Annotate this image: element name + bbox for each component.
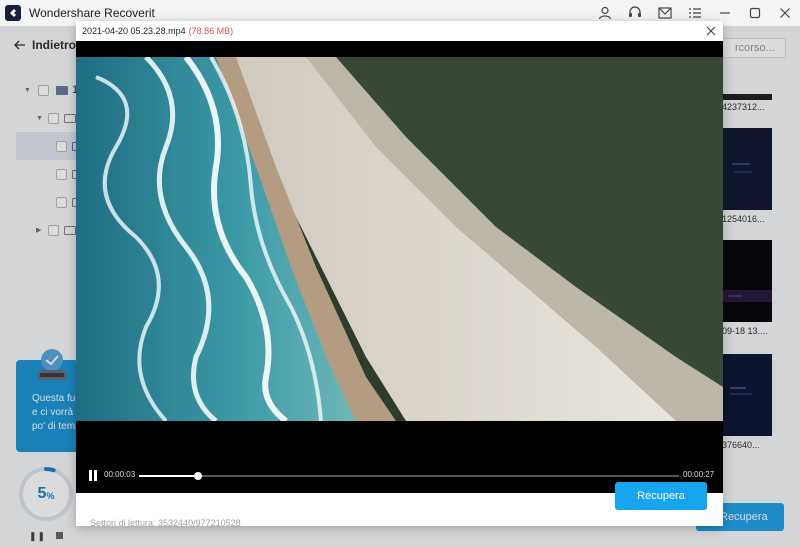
recover-button[interactable]: Recupera: [615, 482, 707, 510]
seek-handle[interactable]: [194, 472, 203, 480]
video-frame: [76, 57, 723, 421]
video-player[interactable]: 00:00:03 00:00:27: [76, 41, 723, 493]
app-title: Wondershare Recoverit: [29, 6, 155, 20]
dialog-header: 2021-04-20 05.23.28.mp4 (78.86 MB): [76, 21, 723, 41]
current-time: 00:00:03: [104, 470, 136, 479]
close-icon[interactable]: [770, 0, 800, 26]
preview-filename: 2021-04-20 05.23.28.mp4: [82, 26, 186, 36]
seek-bar-fill: [139, 475, 199, 477]
total-time: 00:00:27: [683, 470, 715, 479]
preview-file-size: (78.86 MB): [188, 26, 234, 36]
video-frame-image: [76, 57, 723, 421]
close-icon: [706, 26, 716, 36]
dialog-close-button[interactable]: [703, 23, 719, 39]
maximize-icon[interactable]: [740, 0, 770, 26]
app-logo-icon: [5, 5, 21, 21]
pause-icon[interactable]: [88, 470, 98, 481]
seek-bar[interactable]: [139, 472, 679, 480]
video-preview-dialog: 2021-04-20 05.23.28.mp4 (78.86 MB) 00:00…: [76, 21, 723, 526]
scan-status-text: Settori di lettura: 3532440/977210528: [90, 518, 241, 528]
